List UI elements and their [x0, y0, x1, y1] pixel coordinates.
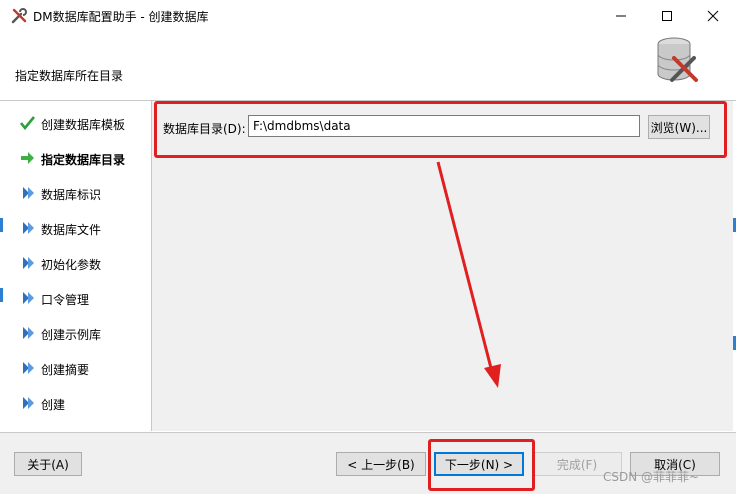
background-fragment — [0, 218, 3, 232]
db-directory-label: 数据库目录(D): — [163, 122, 246, 136]
diamond-icon — [23, 327, 34, 339]
browse-button[interactable]: 浏览(W)... — [648, 115, 710, 139]
step-db-identity: 数据库标识 — [3, 181, 151, 205]
step-label: 数据库文件 — [41, 223, 102, 237]
step-label: 创建示例库 — [41, 328, 102, 342]
step-specify-directory: 指定数据库目录 — [3, 146, 151, 170]
content-panel: 数据库目录(D): 浏览(W)... — [152, 101, 733, 431]
step-label: 创建数据库模板 — [41, 118, 126, 132]
diamond-icon — [23, 187, 34, 199]
next-button[interactable]: 下一步(N) > — [434, 452, 524, 476]
maximize-icon — [662, 11, 672, 21]
step-label: 数据库标识 — [41, 188, 102, 202]
tools-icon — [11, 8, 27, 24]
step-create-template: 创建数据库模板 — [3, 111, 151, 135]
maximize-button[interactable] — [644, 0, 690, 32]
step-summary: 创建摘要 — [3, 356, 151, 380]
checkmark-icon — [20, 116, 35, 130]
background-fragment — [0, 288, 3, 302]
step-label: 口令管理 — [41, 293, 90, 307]
step-label: 创建 — [41, 398, 66, 412]
about-button[interactable]: 关于(A) — [14, 452, 82, 476]
diamond-icon — [23, 257, 34, 269]
step-db-files: 数据库文件 — [3, 216, 151, 240]
step-label: 创建摘要 — [41, 363, 90, 377]
step-label: 初始化参数 — [41, 258, 102, 272]
minimize-icon — [616, 15, 626, 17]
window-title: DM数据库配置助手 - 创建数据库 — [33, 10, 209, 24]
step-sample-db: 创建示例库 — [3, 321, 151, 345]
step-label: 指定数据库目录 — [41, 153, 126, 167]
step-init-params: 初始化参数 — [3, 251, 151, 275]
database-tools-icon — [657, 37, 698, 82]
diamond-icon — [23, 292, 34, 304]
diamond-icon — [23, 362, 34, 374]
diamond-icon — [23, 222, 34, 234]
step-create: 创建 — [3, 391, 151, 415]
watermark: CSDN @菲菲菲~ — [603, 470, 700, 484]
step-sidebar: 创建数据库模板 指定数据库目录 数据库标识 数据库文件 初始化参数 口令管理 创… — [3, 101, 152, 431]
diamond-icon — [23, 397, 34, 409]
close-button[interactable] — [690, 0, 736, 32]
minimize-button[interactable] — [598, 0, 644, 32]
step-password: 口令管理 — [3, 286, 151, 310]
db-directory-input[interactable] — [248, 115, 640, 137]
title-bar: DM数据库配置助手 - 创建数据库 — [0, 0, 736, 32]
arrow-right-icon — [21, 152, 34, 164]
wizard-header: 指定数据库所在目录 — [0, 32, 736, 101]
page-subtitle: 指定数据库所在目录 — [15, 69, 124, 83]
close-icon — [707, 10, 719, 22]
prev-button[interactable]: < 上一步(B) — [336, 452, 426, 476]
